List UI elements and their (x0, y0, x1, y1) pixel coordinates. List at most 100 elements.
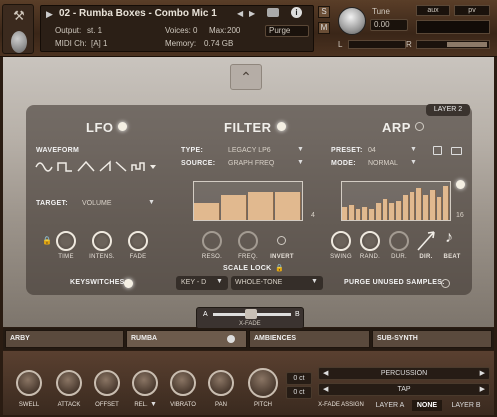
pan-slider[interactable] (348, 40, 406, 49)
camera-icon[interactable] (267, 8, 279, 17)
filter-invert-toggle[interactable] (277, 236, 286, 245)
layer-b-button[interactable]: LAYER B (446, 400, 486, 411)
wrench-icon[interactable]: ⚒ (9, 9, 29, 23)
pitch-fine-value[interactable]: 0 ct (286, 386, 312, 399)
lfo-power-toggle[interactable] (118, 122, 127, 131)
tap-selector[interactable]: ◀ TAP ▶ (318, 383, 490, 396)
midi-value[interactable]: [A] 1 (91, 39, 107, 49)
filter-step-bar[interactable] (194, 202, 220, 220)
filter-source-dropdown[interactable]: GRAPH FREQ (228, 160, 274, 167)
arp-step-bar[interactable] (402, 195, 409, 220)
pitch-coarse-value[interactable]: 0 ct (286, 372, 312, 385)
xfade-handle[interactable] (245, 309, 257, 319)
attack-knob[interactable] (56, 370, 82, 396)
arp-step-bar[interactable] (396, 201, 402, 220)
filter-step-bar[interactable] (248, 191, 274, 220)
arp-mode-dropdown-icon[interactable]: ▼ (410, 159, 417, 166)
percussion-prev-icon[interactable]: ◀ (323, 368, 328, 379)
target-dropdown-icon[interactable]: ▼ (148, 199, 155, 206)
pv-button[interactable]: pv (454, 5, 490, 16)
percussion-selector[interactable]: ◀ PERCUSSION ▶ (318, 367, 490, 380)
tap-next-icon[interactable]: ▶ (480, 384, 485, 395)
xfade-slider[interactable]: A B X-FADE (196, 307, 304, 329)
lfo-fade-knob[interactable] (128, 231, 148, 251)
waveform-selector[interactable] (34, 159, 158, 175)
tune-knob[interactable] (338, 7, 366, 35)
filter-step-bar[interactable] (221, 195, 247, 220)
folder-icon[interactable] (451, 147, 462, 155)
none-button[interactable]: NONE (412, 400, 442, 411)
filter-step-graph[interactable] (193, 181, 303, 221)
tune-value[interactable]: 0.00 (370, 19, 408, 31)
swell-knob[interactable] (16, 370, 42, 396)
arp-step-bar[interactable] (429, 189, 436, 220)
arp-step-bar[interactable] (362, 206, 368, 220)
pitch-knob[interactable] (248, 368, 278, 398)
filter-step-bar[interactable] (275, 191, 301, 220)
arp-step-bar[interactable] (369, 208, 375, 220)
filter-source-dropdown-icon[interactable]: ▼ (297, 159, 304, 166)
arp-step-bar[interactable] (375, 202, 382, 220)
release-dropdown-icon[interactable]: ▼ (150, 401, 157, 408)
arp-step-handle[interactable] (456, 180, 465, 189)
target-dropdown[interactable]: VOLUME (82, 200, 112, 207)
arp-direction-icon[interactable] (416, 230, 436, 252)
filter-type-dropdown-icon[interactable]: ▼ (297, 146, 304, 153)
arp-step-bar[interactable] (436, 197, 443, 220)
layer-slot-1[interactable]: ARBY (5, 330, 124, 348)
tap-prev-icon[interactable]: ◀ (323, 384, 328, 395)
filter-reso-knob[interactable] (202, 231, 222, 251)
arp-preset-dropdown-icon[interactable]: ▼ (410, 146, 417, 153)
max-value[interactable]: 200 (227, 26, 240, 36)
lfo-intens-knob[interactable] (92, 231, 112, 251)
scale-dropdown-icon[interactable]: ▼ (311, 278, 318, 285)
arp-step-bar[interactable] (416, 187, 422, 220)
mute-button[interactable]: M (318, 22, 330, 34)
info-icon[interactable]: i (291, 7, 302, 18)
arp-step-bar[interactable] (389, 202, 395, 220)
volume-slider[interactable] (416, 40, 490, 49)
lock-icon[interactable]: 🔒 (42, 236, 52, 245)
arp-step-bar[interactable] (382, 199, 389, 220)
layer-2-power-dot[interactable] (227, 335, 235, 343)
filter-type-dropdown[interactable]: LEGACY LP6 (228, 147, 271, 154)
layer-a-button[interactable]: LAYER A (372, 400, 408, 411)
aux-button[interactable]: aux (416, 5, 450, 16)
arp-step-graph[interactable] (341, 181, 451, 221)
arp-rand-knob[interactable] (360, 231, 380, 251)
arp-mode-dropdown[interactable]: NORMAL (368, 160, 398, 167)
keyswitches-toggle[interactable] (124, 279, 133, 288)
layer-slot-3[interactable]: AMBIENCES (249, 330, 370, 348)
lfo-time-knob[interactable] (56, 231, 76, 251)
arp-beat-note-icon[interactable]: ♪ (445, 229, 453, 247)
output-value[interactable]: st. 1 (87, 26, 102, 36)
prev-instrument-icon[interactable]: ◀ (237, 9, 243, 18)
arp-step-bar[interactable] (342, 206, 348, 220)
arp-step-bar[interactable] (443, 185, 449, 220)
arp-step-bar[interactable] (348, 204, 355, 220)
arp-swing-knob[interactable] (331, 231, 351, 251)
percussion-next-icon[interactable]: ▶ (480, 368, 485, 379)
key-dropdown-icon[interactable]: ▼ (216, 278, 223, 285)
arp-dur-knob[interactable] (389, 231, 409, 251)
arp-preset-dropdown[interactable]: 04 (368, 147, 376, 154)
offset-knob[interactable] (94, 370, 120, 396)
purge-dropdown[interactable]: Purge (265, 25, 309, 37)
arp-power-toggle[interactable] (415, 122, 424, 131)
layer-slot-4[interactable]: SUB-SYNTH (372, 330, 492, 348)
instrument-arrow-icon[interactable]: ▶ (46, 9, 53, 20)
vibrato-knob[interactable] (170, 370, 196, 396)
next-instrument-icon[interactable]: ▶ (249, 9, 255, 18)
filter-power-toggle[interactable] (277, 122, 286, 131)
purge-unused-toggle[interactable] (441, 279, 450, 288)
release-knob[interactable] (132, 370, 158, 396)
pan-knob[interactable] (208, 370, 234, 396)
solo-button[interactable]: S (318, 6, 330, 18)
arp-step-bar[interactable] (409, 191, 416, 220)
instrument-name[interactable]: 02 - Rumba Boxes - Combo Mic 1 (59, 8, 217, 19)
arp-step-bar[interactable] (355, 208, 362, 220)
scale-lock-icon[interactable]: 🔒 (275, 264, 284, 272)
arp-step-bar[interactable] (423, 195, 429, 220)
save-preset-icon[interactable] (433, 146, 442, 155)
filter-freq-knob[interactable] (238, 231, 258, 251)
